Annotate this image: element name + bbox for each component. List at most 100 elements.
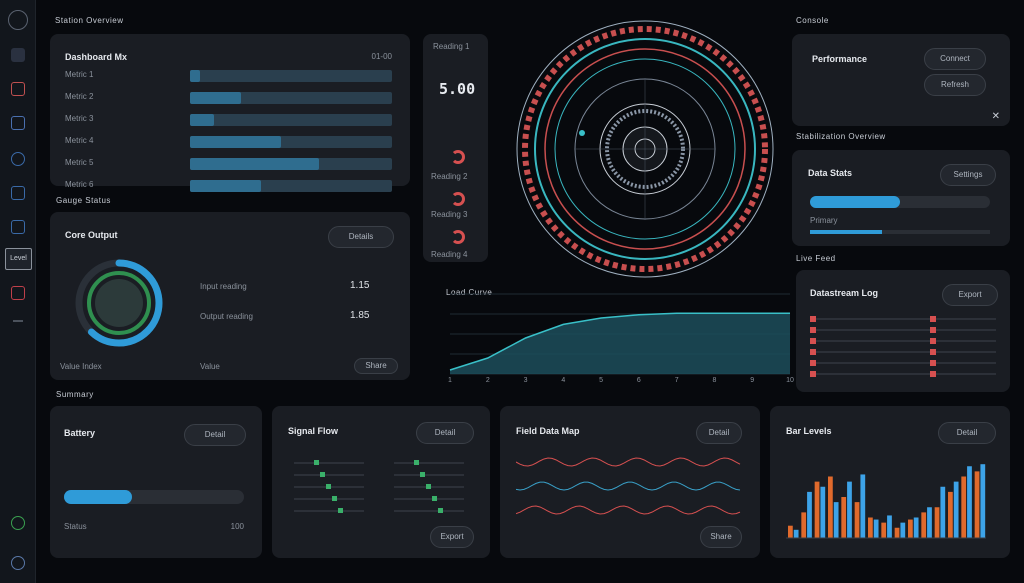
- signal-cell: [394, 460, 464, 465]
- log-row: [810, 327, 996, 333]
- card-footer-value: 100: [230, 522, 244, 531]
- status-strip: Reading 1 5.00 Reading 2 Reading 3 Readi…: [423, 34, 488, 262]
- section-label: Gauge Status: [56, 196, 111, 205]
- progress-track-2: [810, 230, 990, 234]
- node-icon[interactable]: [11, 220, 25, 234]
- sidebar: Level: [0, 0, 36, 583]
- close-icon[interactable]: ✕: [992, 111, 1000, 122]
- x-tick-label: 8: [712, 377, 716, 384]
- gauge-row-value: 1.85: [350, 310, 370, 321]
- bar-mark: [913, 517, 919, 538]
- more-icon[interactable]: [13, 320, 23, 322]
- metric-label: Metric 3: [65, 114, 94, 123]
- area-fill: [450, 313, 790, 374]
- circular-gauge: [75, 259, 163, 347]
- x-tick-label: 1: [448, 377, 452, 384]
- bar-mark: [921, 512, 927, 538]
- status-value: 5.00: [439, 80, 476, 98]
- section-label: Stabilization Overview: [796, 132, 886, 141]
- bar-mark: [887, 515, 892, 538]
- bar-mark: [908, 519, 913, 538]
- panel-title: Performance: [812, 54, 868, 64]
- metric-label: Metric 2: [65, 92, 94, 101]
- settings-button[interactable]: Settings: [940, 164, 996, 186]
- refresh-button[interactable]: Refresh: [924, 74, 986, 96]
- field-wave: [516, 481, 741, 491]
- bar-mark: [961, 476, 967, 538]
- x-tick-label: 2: [486, 377, 490, 384]
- gauge-row-label: Input reading: [200, 282, 247, 291]
- bar-mark: [934, 507, 940, 538]
- bar-chart: [786, 464, 986, 539]
- footer-label: Value: [200, 362, 220, 371]
- logo-icon[interactable]: [8, 10, 28, 30]
- share-button[interactable]: Share: [700, 526, 742, 548]
- network-icon[interactable]: [11, 82, 25, 96]
- bar-mark: [828, 476, 833, 538]
- bar-mark: [807, 491, 812, 538]
- footer-label: Value Index: [60, 362, 102, 371]
- bar-mark: [820, 486, 826, 538]
- signal-cell: [294, 472, 364, 477]
- status-strip-label: Reading 2: [431, 172, 468, 181]
- connect-button[interactable]: Connect: [924, 48, 986, 70]
- signal-cell: [294, 460, 364, 465]
- sidebar-item-level[interactable]: Level: [5, 248, 32, 270]
- status-indicator-1: [451, 150, 465, 164]
- detail-button[interactable]: Detail: [416, 422, 474, 444]
- bar-mark: [814, 481, 820, 538]
- bar-mark: [940, 486, 946, 538]
- signal-card: Signal Flow Detail Export: [272, 406, 490, 558]
- detail-button[interactable]: Detail: [696, 422, 742, 444]
- metric-label: Metric 4: [65, 136, 94, 145]
- progress-panel: Data Stats Settings Primary: [792, 150, 1010, 246]
- log-row: [810, 371, 996, 377]
- metric-bar: [190, 114, 392, 126]
- power-icon[interactable]: [11, 556, 25, 570]
- plant-icon[interactable]: [11, 516, 25, 530]
- bar-mark: [967, 466, 972, 538]
- detail-button[interactable]: Detail: [184, 424, 246, 446]
- gear-icon[interactable]: [11, 186, 25, 200]
- x-tick-label: 7: [675, 377, 679, 384]
- panel-title: Dashboard Mx: [65, 52, 128, 62]
- export-button[interactable]: Export: [430, 526, 474, 548]
- bar-mark: [793, 529, 799, 538]
- field-wave: [516, 457, 741, 467]
- battery-card: Battery Detail Status 100: [50, 406, 262, 558]
- alert-icon[interactable]: [11, 286, 25, 300]
- metric-bar: [190, 92, 392, 104]
- log-row: [810, 338, 996, 344]
- bar-mark: [873, 519, 879, 538]
- gauge-row-value: 1.15: [350, 280, 370, 291]
- bar-mark: [900, 522, 906, 538]
- status-strip-label: Reading 1: [433, 42, 470, 51]
- signal-cell: [294, 496, 364, 501]
- bar-levels-card: Bar Levels Detail: [770, 406, 1010, 558]
- export-button[interactable]: Export: [942, 284, 998, 306]
- performance-panel: Performance Connect Refresh ✕: [792, 34, 1010, 126]
- radial-dial: [516, 20, 774, 278]
- metrics-panel: Dashboard Mx 01-00 Metric 1 Metric 2 Metri…: [50, 34, 410, 192]
- signal-cell: [394, 472, 464, 477]
- detail-button[interactable]: Detail: [938, 422, 996, 444]
- card-title: Signal Flow: [288, 426, 339, 436]
- page-title: Station Overview: [55, 16, 124, 25]
- bar-mark: [841, 497, 847, 538]
- log-row: [810, 316, 996, 322]
- progress-track-1: [810, 196, 990, 208]
- globe-icon[interactable]: [11, 152, 25, 166]
- bar-mark: [801, 512, 807, 538]
- details-button[interactable]: Details: [328, 226, 394, 248]
- panel-value: 01-00: [371, 52, 392, 61]
- chart-icon[interactable]: [11, 116, 25, 130]
- bar-mark: [974, 471, 980, 538]
- panel-title: Data Stats: [808, 168, 853, 178]
- status-strip-label: Reading 4: [431, 250, 468, 259]
- gauge-row-label: Output reading: [200, 312, 253, 321]
- grid-icon[interactable]: [11, 48, 25, 62]
- panel-title: Core Output: [65, 230, 118, 240]
- bar-mark: [847, 481, 852, 538]
- card-footer-label: Status: [64, 522, 87, 531]
- share-button[interactable]: Share: [354, 358, 398, 374]
